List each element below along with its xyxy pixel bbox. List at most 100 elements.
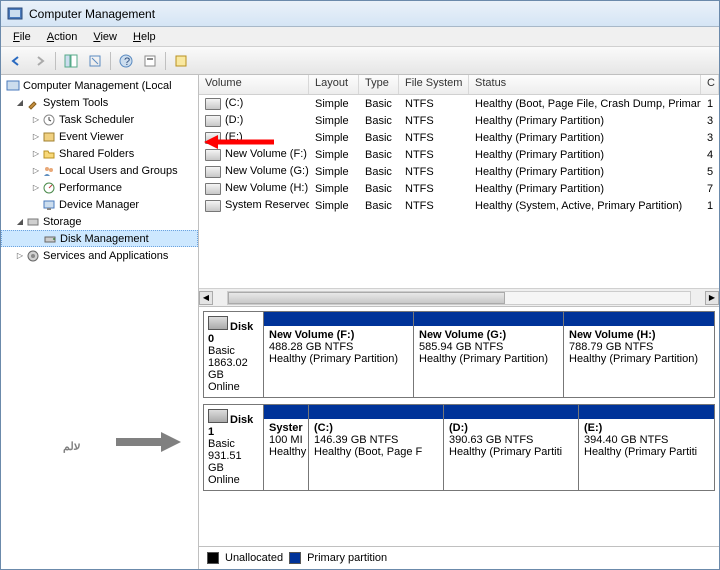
col-type[interactable]: Type (359, 75, 399, 94)
tree-label: Event Viewer (59, 131, 124, 143)
partition-header (309, 405, 443, 419)
tree-shared-folders[interactable]: ▷ Shared Folders (1, 145, 198, 162)
annotation-watermark: עلم (61, 422, 181, 465)
device-icon (41, 197, 57, 213)
menu-view[interactable]: View (85, 29, 125, 45)
partition-header (579, 405, 714, 419)
properties-button[interactable] (139, 50, 161, 72)
computer-icon (5, 78, 21, 94)
col-c[interactable]: C (701, 75, 719, 94)
tree-event-viewer[interactable]: ▷ Event Viewer (1, 128, 198, 145)
scroll-left-icon[interactable]: ◀ (199, 291, 213, 305)
refresh-button[interactable] (84, 50, 106, 72)
toolbar-separator (165, 52, 166, 70)
disk-icon (208, 316, 228, 330)
expand-icon[interactable]: ▷ (31, 149, 41, 158)
tree-label: Disk Management (60, 233, 149, 245)
expand-icon[interactable]: ▷ (31, 183, 41, 192)
tree-system-tools[interactable]: ◢ System Tools (1, 94, 198, 111)
menu-help[interactable]: Help (125, 29, 164, 45)
tree-disk-management[interactable]: Disk Management (1, 230, 198, 247)
col-status[interactable]: Status (469, 75, 701, 94)
tree-local-users[interactable]: ▷ Local Users and Groups (1, 162, 198, 179)
table-row[interactable]: New Volume (H:)SimpleBasicNTFSHealthy (P… (199, 180, 719, 197)
users-icon (41, 163, 57, 179)
partition[interactable]: (D:)390.63 GB NTFSHealthy (Primary Parti… (444, 405, 579, 490)
forward-button[interactable] (29, 50, 51, 72)
titlebar[interactable]: Computer Management (1, 1, 719, 27)
back-button[interactable] (5, 50, 27, 72)
table-row[interactable]: New Volume (F:)SimpleBasicNTFSHealthy (P… (199, 146, 719, 163)
tree-label: Storage (43, 216, 82, 228)
legend-swatch-primary (289, 552, 301, 564)
collapse-icon[interactable]: ◢ (15, 217, 25, 226)
disk-info[interactable]: Disk 0Basic1863.02 GBOnline (204, 312, 264, 397)
partition[interactable]: New Volume (H:)788.79 GB NTFSHealthy (Pr… (564, 312, 714, 397)
svg-text:עلم: עلم (63, 441, 81, 453)
legend-swatch-unallocated (207, 552, 219, 564)
partition[interactable]: Syster100 MIHealthy (264, 405, 309, 490)
scroll-thumb[interactable] (228, 292, 505, 304)
scroll-track[interactable] (227, 291, 691, 305)
tree-services-apps[interactable]: ▷ Services and Applications (1, 247, 198, 264)
tree-label: Performance (59, 182, 122, 194)
partition[interactable]: New Volume (F:)488.28 GB NTFSHealthy (Pr… (264, 312, 414, 397)
tree-label: Shared Folders (59, 148, 134, 160)
table-row[interactable]: System ReservedSimpleBasicNTFSHealthy (S… (199, 197, 719, 214)
table-row[interactable]: (E:)SimpleBasicNTFSHealthy (Primary Part… (199, 129, 719, 146)
tree-label: Computer Management (Local (23, 80, 172, 92)
disk-row: Disk 1Basic931.51 GBOnlineSyster100 MIHe… (203, 404, 715, 491)
partition[interactable]: (E:)394.40 GB NTFSHealthy (Primary Parti… (579, 405, 714, 490)
col-filesystem[interactable]: File System (399, 75, 469, 94)
collapse-icon[interactable]: ◢ (15, 98, 25, 107)
table-row[interactable]: (C:)SimpleBasicNTFSHealthy (Boot, Page F… (199, 95, 719, 112)
show-hide-tree-button[interactable] (60, 50, 82, 72)
tree-performance[interactable]: ▷ Performance (1, 179, 198, 196)
partition[interactable]: New Volume (G:)585.94 GB NTFSHealthy (Pr… (414, 312, 564, 397)
help-button[interactable]: ? (115, 50, 137, 72)
partition-header (414, 312, 563, 326)
settings-button[interactable] (170, 50, 192, 72)
col-layout[interactable]: Layout (309, 75, 359, 94)
toolbar-separator (110, 52, 111, 70)
expand-icon[interactable]: ▷ (31, 132, 41, 141)
menu-file[interactable]: File (5, 29, 39, 45)
tree-device-manager[interactable]: Device Manager (1, 196, 198, 213)
tree-label: Local Users and Groups (59, 165, 178, 177)
partition-header (264, 312, 413, 326)
partition-header (444, 405, 578, 419)
clock-icon (41, 112, 57, 128)
tools-icon (25, 95, 41, 111)
disk-icon (208, 409, 228, 423)
tree-storage[interactable]: ◢ Storage (1, 213, 198, 230)
event-icon (41, 129, 57, 145)
content-area: Computer Management (Local ◢ System Tool… (1, 75, 719, 569)
legend-label-primary: Primary partition (307, 552, 387, 564)
col-volume[interactable]: Volume (199, 75, 309, 94)
expand-icon[interactable]: ▷ (31, 115, 41, 124)
scroll-right-icon[interactable]: ▶ (705, 291, 719, 305)
disk-info[interactable]: Disk 1Basic931.51 GBOnline (204, 405, 264, 490)
tree-task-scheduler[interactable]: ▷ Task Scheduler (1, 111, 198, 128)
expand-icon[interactable]: ▷ (15, 251, 25, 260)
partition[interactable]: (C:)146.39 GB NTFSHealthy (Boot, Page F (309, 405, 444, 490)
partition-header (564, 312, 714, 326)
table-row[interactable]: New Volume (G:)SimpleBasicNTFSHealthy (P… (199, 163, 719, 180)
volume-icon (205, 183, 221, 195)
navigation-tree[interactable]: Computer Management (Local ◢ System Tool… (1, 75, 199, 569)
horizontal-scrollbar[interactable]: ◀ ▶ (199, 288, 719, 306)
tree-root[interactable]: Computer Management (Local (1, 77, 198, 94)
menubar: File Action View Help (1, 27, 719, 47)
storage-icon (25, 214, 41, 230)
performance-icon (41, 180, 57, 196)
table-row[interactable]: (D:)SimpleBasicNTFSHealthy (Primary Part… (199, 112, 719, 129)
disk-partitions: New Volume (F:)488.28 GB NTFSHealthy (Pr… (264, 312, 714, 397)
toolbar-separator (55, 52, 56, 70)
disk-row: Disk 0Basic1863.02 GBOnlineNew Volume (F… (203, 311, 715, 398)
tree-label: Task Scheduler (59, 114, 134, 126)
computer-management-window: Computer Management File Action View Hel… (0, 0, 720, 570)
menu-action[interactable]: Action (39, 29, 86, 45)
expand-icon[interactable]: ▷ (31, 166, 41, 175)
volume-icon (205, 98, 221, 110)
services-icon (25, 248, 41, 264)
